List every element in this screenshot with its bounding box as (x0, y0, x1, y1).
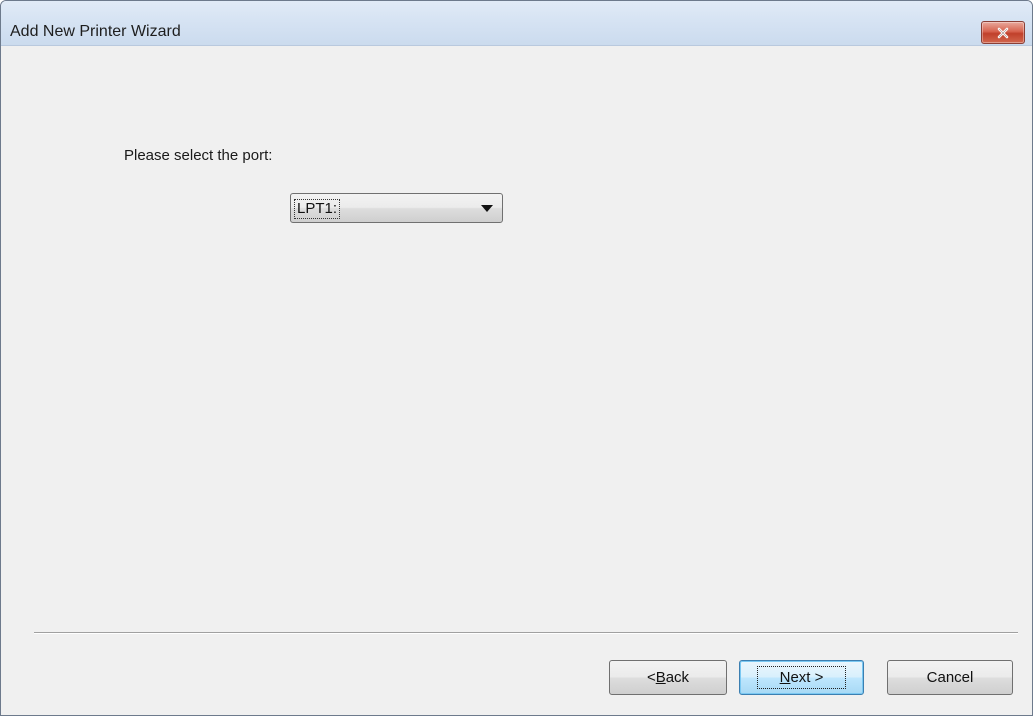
port-selected-value: LPT1: (294, 199, 341, 219)
back-button-rest: ack (665, 669, 690, 686)
back-button[interactable]: < Back (609, 660, 727, 695)
back-button-accel: B (655, 669, 666, 686)
cancel-button[interactable]: Cancel (887, 660, 1013, 695)
wizard-window: Add New Printer Wizard Please select the… (0, 0, 1033, 716)
chevron-down-icon[interactable] (481, 205, 493, 212)
title-bar[interactable]: Add New Printer Wizard (1, 1, 1032, 46)
port-dropdown[interactable]: LPT1: (290, 193, 503, 223)
next-button-rest: ext > (790, 669, 824, 686)
next-button-accel: N (779, 669, 791, 686)
close-icon (997, 27, 1009, 38)
next-button[interactable]: Next > (739, 660, 864, 695)
close-button[interactable] (981, 21, 1025, 44)
back-button-prefix: < (646, 669, 656, 686)
next-button-focus: Next > (756, 666, 847, 689)
footer-separator (34, 632, 1018, 634)
wizard-content: Please select the port: LPT1: < Back Nex… (1, 46, 1032, 715)
window-title: Add New Printer Wizard (10, 23, 181, 40)
port-prompt-label: Please select the port: (124, 147, 273, 164)
